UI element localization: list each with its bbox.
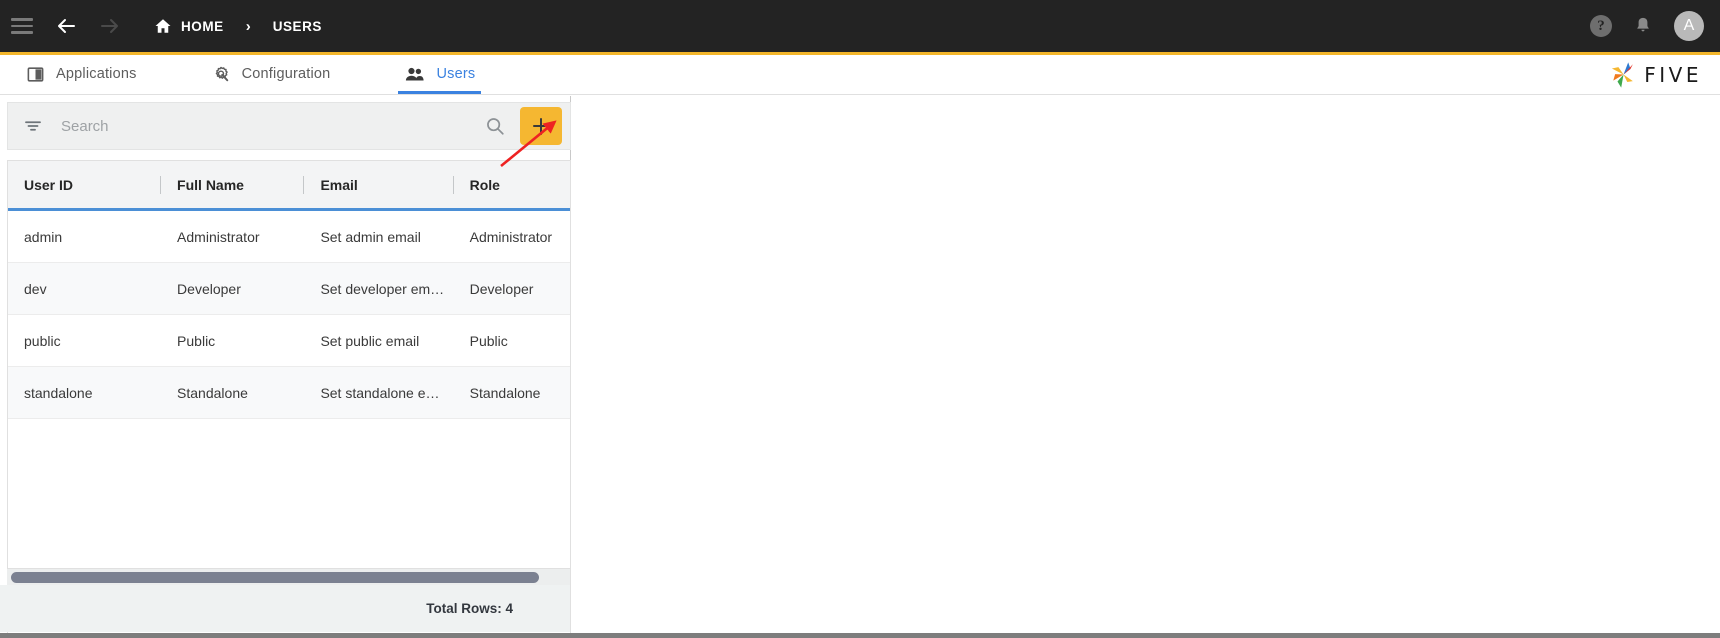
breadcrumb-item-users[interactable]: USERS: [273, 19, 322, 34]
home-icon: [155, 19, 171, 33]
column-header-full-name-label: Full Name: [177, 176, 244, 193]
users-table: User ID Full Name Email Role admin Admin…: [7, 160, 571, 638]
column-header-user-id[interactable]: User ID: [8, 161, 162, 210]
cell-user-id: dev: [24, 280, 47, 297]
tab-applications[interactable]: Applications: [20, 54, 143, 94]
menu-toggle-button[interactable]: [0, 4, 44, 48]
cell-user-id: admin: [24, 228, 63, 245]
cell-user-id: public: [24, 332, 61, 349]
filter-icon[interactable]: [23, 116, 43, 136]
column-header-role[interactable]: Role: [454, 161, 570, 210]
users-panel: User ID Full Name Email Role admin Admin…: [0, 96, 571, 638]
column-header-email[interactable]: Email: [304, 161, 454, 210]
table-row[interactable]: standalone Standalone Set standalone e… …: [8, 367, 570, 419]
breadcrumb-item-home[interactable]: HOME: [181, 19, 224, 34]
five-logo: FIVE: [1609, 61, 1702, 89]
tab-applications-label: Applications: [56, 66, 137, 82]
horizontal-scrollbar-thumb[interactable]: [11, 571, 539, 583]
table-row[interactable]: admin Administrator Set admin email Admi…: [8, 211, 570, 263]
search-toolbar: [7, 102, 571, 150]
search-input[interactable]: [61, 117, 484, 135]
cell-role: Developer: [469, 280, 534, 297]
gear-wrench-icon: [211, 64, 231, 84]
cell-full-name: Administrator: [177, 228, 260, 245]
cell-user-id: standalone: [24, 384, 93, 401]
avatar[interactable]: A: [1674, 11, 1704, 41]
cell-full-name: Public: [177, 332, 216, 349]
search-icon[interactable]: [484, 115, 506, 137]
top-navigation-bar: HOME › USERS ? A: [0, 0, 1720, 52]
cell-role: Administrator: [469, 228, 553, 245]
add-user-button[interactable]: [520, 107, 562, 145]
arrow-left-icon: [58, 19, 75, 33]
cell-role: Standalone: [469, 384, 541, 401]
column-header-email-label: Email: [320, 176, 358, 193]
five-logo-text: FIVE: [1644, 63, 1702, 87]
cell-full-name: Standalone: [177, 384, 248, 401]
table-footer: Total Rows: 4: [0, 585, 570, 632]
five-pinwheel-logo-icon: [1612, 62, 1634, 88]
horizontal-scrollbar[interactable]: [7, 568, 570, 585]
table-row[interactable]: dev Developer Set developer em… Develope…: [8, 263, 570, 315]
users-icon: [404, 65, 425, 84]
bell-icon[interactable]: [1632, 15, 1654, 37]
tab-users[interactable]: Users: [398, 54, 482, 94]
column-header-user-id-label: User ID: [24, 176, 74, 193]
column-header-full-name[interactable]: Full Name: [161, 161, 305, 210]
forward-button[interactable]: [88, 4, 132, 48]
table-row[interactable]: public Public Set public email Public: [8, 315, 570, 367]
cell-email: Set developer em…: [320, 280, 445, 297]
breadcrumb: HOME › USERS: [154, 17, 322, 35]
applications-icon: [26, 65, 45, 84]
breadcrumb-separator-icon: ›: [245, 17, 251, 35]
total-rows-label: Total Rows: 4: [426, 601, 513, 616]
app-root: HOME › USERS ? A Applications Configurat…: [0, 0, 1720, 638]
help-icon[interactable]: ?: [1590, 15, 1612, 37]
cell-full-name: Developer: [177, 280, 241, 297]
cell-email: Set admin email: [320, 228, 421, 245]
tab-configuration[interactable]: Configuration: [205, 54, 337, 94]
back-button[interactable]: [44, 4, 88, 48]
hamburger-icon: [11, 18, 33, 34]
arrow-right-icon: [101, 19, 118, 33]
cell-email: Set public email: [320, 332, 420, 349]
plus-icon: [532, 117, 550, 135]
column-header-role-label: Role: [469, 176, 500, 193]
topbar-actions: ? A: [1590, 0, 1704, 52]
tab-configuration-label: Configuration: [241, 66, 331, 82]
table-header-row: User ID Full Name Email Role: [8, 161, 570, 211]
cell-email: Set standalone e…: [320, 384, 440, 401]
main-tab-bar: Applications Configuration Users FIVE: [0, 55, 1720, 95]
cell-role: Public: [469, 332, 508, 349]
tab-users-label: Users: [436, 66, 476, 82]
bottom-strip: [0, 633, 1720, 638]
